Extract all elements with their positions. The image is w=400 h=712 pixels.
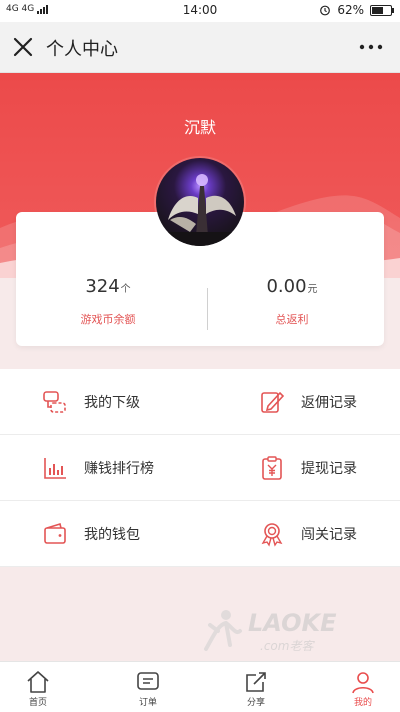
total-rebate-value: 0.00	[266, 276, 307, 297]
tab-home[interactable]: 首页	[0, 662, 88, 712]
coin-balance-label: 游戏币余额	[80, 313, 136, 326]
tab-label: 订单	[138, 698, 157, 708]
avatar-image	[156, 174, 244, 246]
menu-item-ranking[interactable]: 赚钱排行榜	[42, 435, 154, 500]
total-rebate-label: 总返利	[275, 313, 309, 326]
bar-chart-icon	[44, 457, 66, 479]
menu-row: 我的下级 返佣记录	[0, 369, 400, 435]
watermark-text: LAOKE	[248, 609, 337, 637]
total-rebate[interactable]: 0.00元 总返利	[200, 276, 384, 327]
share-icon	[246, 672, 266, 692]
menu-row: 我的钱包 闯关记录	[0, 501, 400, 567]
menu-grid: 我的下级 返佣记录 赚钱排行榜 提现记录 我的钱包 闯关记录	[0, 369, 400, 567]
menu-label: 我的钱包	[84, 526, 140, 543]
subordinates-icon	[43, 390, 66, 413]
menu-item-withdrawal-record[interactable]: 提现记录	[259, 435, 357, 500]
menu-row: 赚钱排行榜 提现记录	[0, 435, 400, 501]
menu-label: 我的下级	[84, 394, 140, 411]
more-icon[interactable]	[356, 34, 386, 60]
user-icon	[352, 672, 374, 694]
edit-record-icon	[261, 391, 285, 413]
watermark-figure-icon	[204, 610, 242, 651]
award-icon	[261, 522, 283, 547]
home-icon	[27, 671, 49, 693]
alarm-icon	[320, 5, 331, 16]
battery-percent: 62%	[337, 3, 364, 17]
tab-label: 首页	[28, 698, 47, 708]
wallet-icon	[44, 522, 66, 544]
menu-label: 提现记录	[301, 460, 357, 477]
page-title: 个人中心	[46, 39, 118, 60]
tab-label: 我的	[353, 698, 372, 708]
coin-balance[interactable]: 324个 游戏币余额	[16, 276, 200, 327]
tab-label: 分享	[246, 698, 265, 708]
battery-icon	[370, 4, 394, 16]
title-bar: 个人中心	[0, 22, 400, 73]
close-icon[interactable]	[10, 34, 36, 60]
menu-item-subordinates[interactable]: 我的下级	[42, 369, 140, 434]
menu-label: 返佣记录	[301, 394, 357, 411]
user-name: 沉默	[183, 118, 216, 137]
tab-me[interactable]: 我的	[313, 662, 400, 712]
tab-share[interactable]: 分享	[206, 662, 306, 712]
coin-balance-unit: 个	[120, 284, 131, 295]
menu-item-level-record[interactable]: 闯关记录	[259, 501, 357, 566]
watermark-logo: LAOKE .com老客	[196, 605, 356, 655]
menu-label: 赚钱排行榜	[84, 460, 154, 477]
order-icon	[137, 672, 159, 690]
menu-label: 闯关记录	[301, 526, 357, 543]
total-rebate-unit: 元	[307, 284, 318, 295]
avatar[interactable]	[156, 158, 244, 246]
yuan-clipboard-icon	[262, 455, 282, 480]
menu-item-commission-record[interactable]: 返佣记录	[259, 369, 357, 434]
coin-balance-value: 324	[85, 276, 120, 297]
menu-item-wallet[interactable]: 我的钱包	[42, 501, 140, 566]
status-bar: 4G 4G 14:00 62%	[0, 0, 400, 22]
watermark-subtext: .com老客	[260, 639, 314, 653]
bottom-tab-bar: 首页 订单 分享 我的	[0, 661, 400, 712]
tab-orders[interactable]: 订单	[98, 662, 198, 712]
